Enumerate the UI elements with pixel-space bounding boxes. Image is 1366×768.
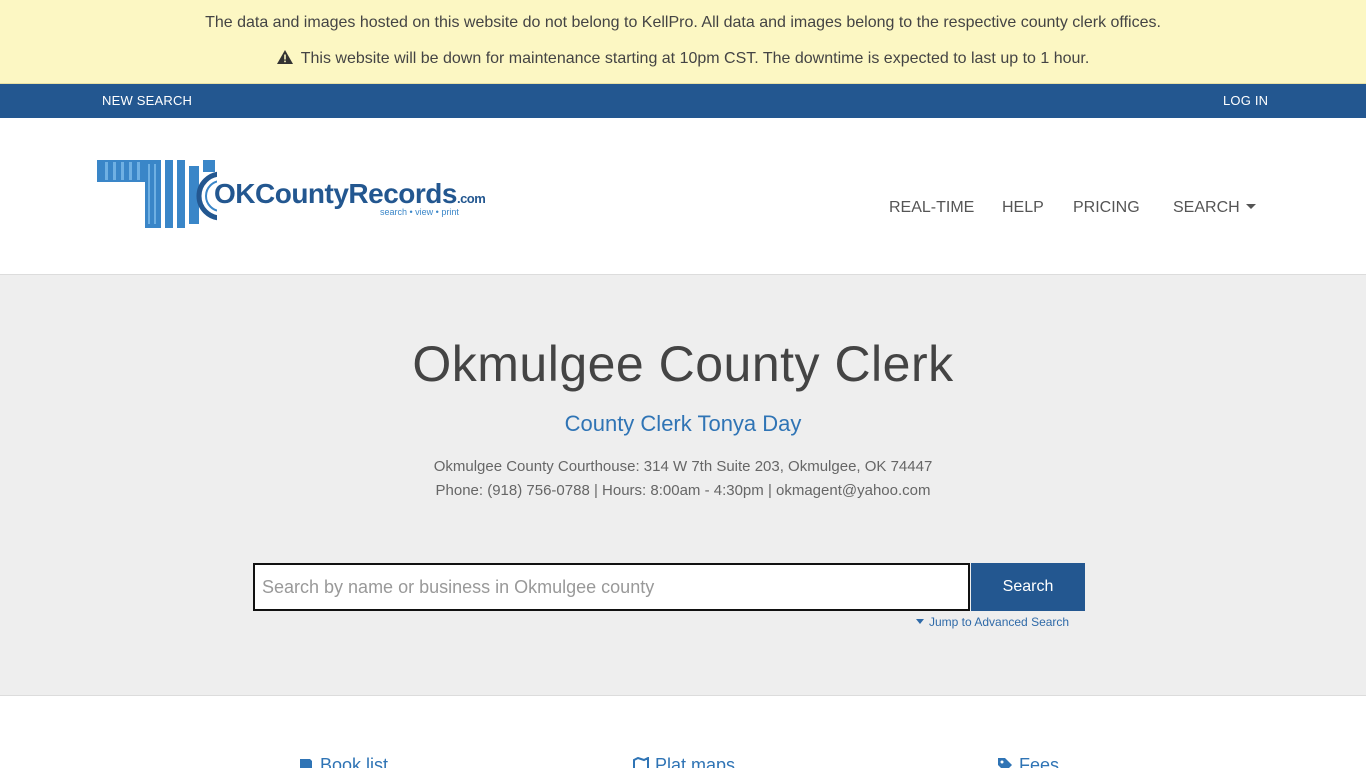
advanced-search-label: Jump to Advanced Search [929, 615, 1070, 629]
contact-info: Phone: (918) 756-0788 | Hours: 8:00am - … [435, 482, 931, 499]
data-ownership-notice: The data and images hosted on this websi… [205, 14, 1161, 31]
maintenance-notice-text: This website will be down for maintenanc… [300, 50, 1090, 67]
maintenance-notice: This website will be down for maintenanc… [0, 50, 1366, 68]
notice-banner: The data and images hosted on this websi… [0, 0, 1366, 84]
plat-maps-link[interactable]: Plat maps [633, 755, 735, 768]
logo-tagline: search • view • print [380, 207, 459, 217]
chevron-down-icon [1245, 204, 1256, 209]
oklahoma-map-icon [97, 160, 246, 228]
nav-help[interactable]: HELP [1002, 199, 1044, 217]
tag-icon [998, 758, 1012, 768]
warning-icon [276, 50, 293, 64]
courthouse-address: Okmulgee County Courthouse: 314 W 7th Su… [433, 458, 933, 475]
nav-search-dropdown[interactable]: SEARCH [1173, 199, 1256, 217]
nav-pricing[interactable]: PRICING [1073, 199, 1140, 217]
clerk-name: County Clerk Tonya Day [564, 411, 802, 436]
search-button[interactable]: Search [971, 563, 1085, 611]
fees-label: Fees [1019, 755, 1060, 768]
map-icon [633, 757, 649, 768]
okcountyrecords-logo[interactable]: OKCountyRecords.com search • view • prin… [97, 158, 486, 234]
site-header: OKCountyRecords.com search • view • prin… [0, 118, 1366, 275]
log-in-link[interactable]: LOG IN [1223, 93, 1268, 108]
logo-wordmark: OKCountyRecords.com [214, 178, 486, 209]
search-input[interactable] [253, 563, 970, 611]
caret-down-icon [916, 619, 924, 624]
book-list-link[interactable]: Book list [298, 755, 388, 768]
book-list-label: Book list [320, 755, 389, 768]
page-title: Okmulgee County Clerk [412, 336, 954, 392]
fees-link[interactable]: Fees [997, 755, 1059, 768]
plat-maps-label: Plat maps [655, 755, 736, 768]
book-icon [300, 759, 312, 768]
advanced-search-link[interactable]: Jump to Advanced Search [916, 615, 1069, 629]
nav-search-label: SEARCH [1173, 199, 1240, 216]
nav-realtime[interactable]: REAL-TIME [889, 199, 974, 217]
top-nav-bar: NEW SEARCH LOG IN [0, 84, 1366, 118]
new-search-link[interactable]: NEW SEARCH [102, 93, 192, 108]
county-hero: Okmulgee County Clerk County Clerk Tonya… [0, 275, 1366, 696]
